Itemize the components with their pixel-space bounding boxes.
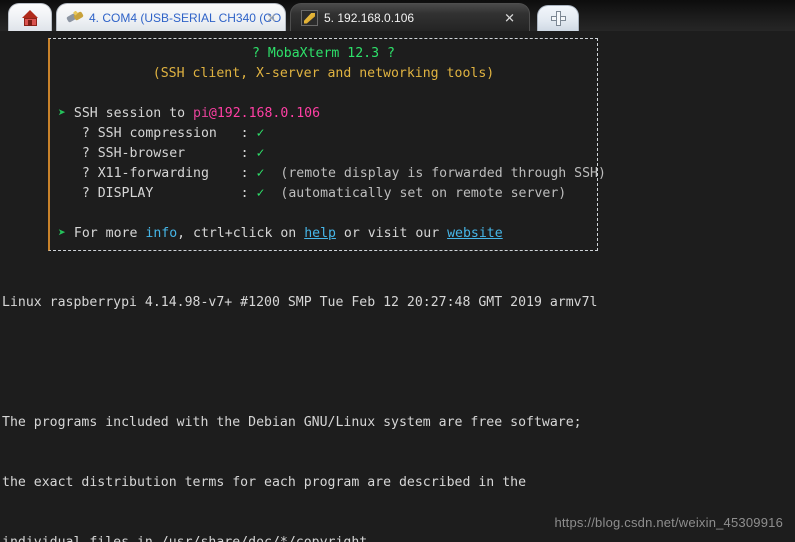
motd-line: The programs included with the Debian GN… <box>2 415 582 430</box>
motd-line: the exact distribution terms for each pr… <box>2 475 527 490</box>
tab-close-icon[interactable]: ✕ <box>504 11 515 24</box>
feature-note: (automatically set on remote server) <box>280 186 567 201</box>
tab-bar: 4. COM4 (USB-SERIAL CH340 (CO ✕ 5. 192.1… <box>0 0 795 31</box>
banner-feature-row: ? SSH compression : ✓ <box>81 126 265 141</box>
uname-line: Linux raspberrypi 4.14.98-v7+ #1200 SMP … <box>2 295 598 310</box>
watermark: https://blog.csdn.net/weixin_45309916 <box>554 515 783 530</box>
feature-marker: ? <box>81 186 90 201</box>
tab-label: 5. 192.168.0.106 <box>324 10 415 25</box>
feature-marker: ? <box>81 126 90 141</box>
terminal-screen[interactable]: ? MobaXterm 12.3 ? (SSH client, X-server… <box>0 31 795 542</box>
feature-label: DISPLAY <box>97 186 154 201</box>
banner-title: ? MobaXterm 12.3 ? <box>252 46 395 61</box>
mobaxterm-banner: ? MobaXterm 12.3 ? (SSH client, X-server… <box>48 38 606 251</box>
motd-line: individual files in /usr/share/doc/*/cop… <box>2 533 764 542</box>
banner-feature-row: ? X11-forwarding : ✓ (remote display is … <box>81 166 606 181</box>
footer-part1: For more <box>73 226 146 241</box>
footer-part2: , ctrl+click on <box>177 226 305 241</box>
terminal-output: Linux raspberrypi 4.14.98-v7+ #1200 SMP … <box>2 253 764 542</box>
banner-feature-row: ? SSH-browser : ✓ <box>81 146 265 161</box>
banner-subtitle: (SSH client, X-server and networking too… <box>152 66 495 81</box>
tab-ssh-192-168-0-106[interactable]: 5. 192.168.0.106 ✕ <box>290 3 530 31</box>
home-icon <box>21 9 39 26</box>
tab-com4[interactable]: 4. COM4 (USB-SERIAL CH340 (CO ✕ <box>56 3 286 31</box>
tab-label: 4. COM4 (USB-SERIAL CH340 (CO <box>89 10 282 25</box>
check-icon: ✓ <box>256 126 265 141</box>
new-tab-button[interactable] <box>537 5 579 31</box>
session-host: @192.168.0.106 <box>208 106 321 121</box>
ssh-pen-icon <box>301 9 318 26</box>
feature-marker: ? <box>81 146 90 161</box>
banner-footer: ➤ For more info, ctrl+click on help or v… <box>58 224 589 244</box>
help-link[interactable]: help <box>304 226 336 241</box>
info-text: info <box>145 226 178 241</box>
feature-label: X11-forwarding <box>97 166 209 181</box>
bullet-icon: ➤ <box>58 106 66 121</box>
session-prefix: SSH session to <box>73 106 193 121</box>
banner-session-line: ➤ SSH session to pi@192.168.0.106 <box>58 104 589 124</box>
banner-feature-row: ? DISPLAY : ✓ (automatically set on remo… <box>81 186 567 201</box>
footer-part3: or visit our <box>335 226 448 241</box>
feature-marker: ? <box>81 166 90 181</box>
session-user: pi <box>193 106 209 121</box>
home-tab[interactable] <box>8 3 52 31</box>
feature-note: (remote display is forwarded through SSH… <box>280 166 606 181</box>
feature-label: SSH compression <box>97 126 217 141</box>
website-link[interactable]: website <box>447 226 503 241</box>
feature-label: SSH-browser <box>97 146 186 161</box>
bullet-icon: ➤ <box>58 226 66 241</box>
check-icon: ✓ <box>256 146 265 161</box>
plus-icon <box>550 11 566 26</box>
tab-close-icon[interactable]: ✕ <box>266 11 277 24</box>
serial-plug-icon <box>66 10 84 25</box>
